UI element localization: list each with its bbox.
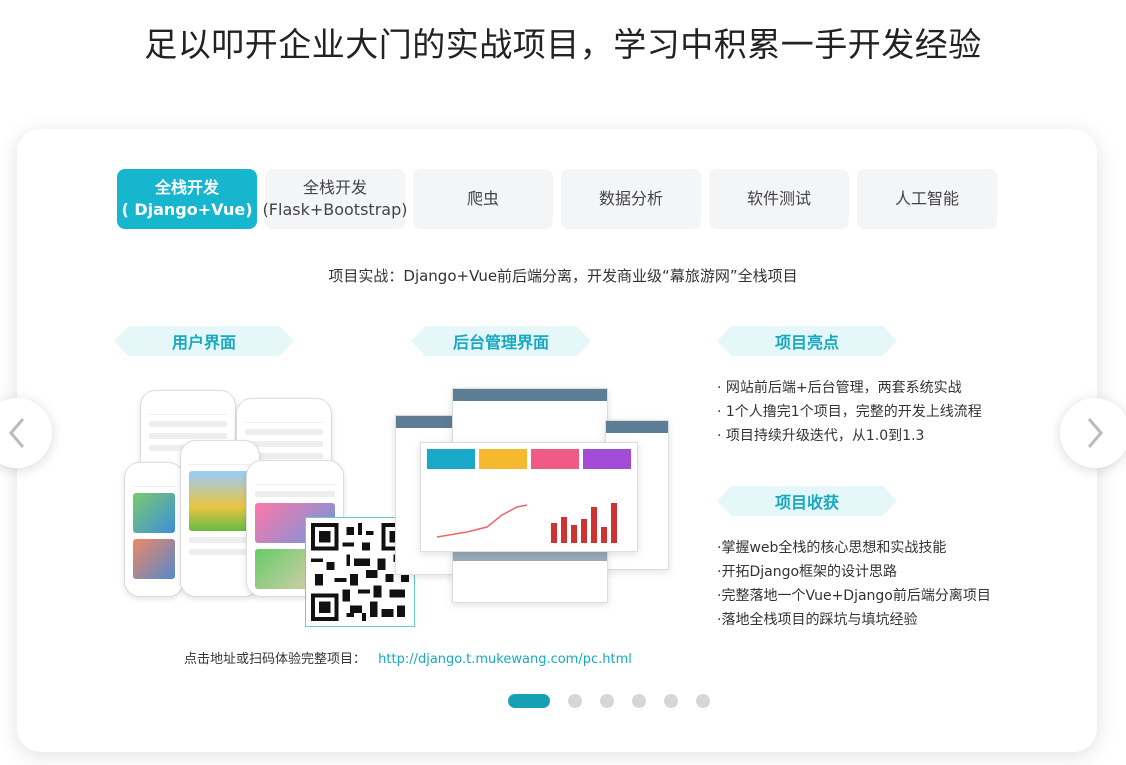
user-ui-ribbon: 用户界面 — [114, 326, 294, 356]
admin-mockup — [452, 548, 608, 603]
tab-flask-bootstrap[interactable]: 全栈开发 (Flask+Bootstrap) — [262, 169, 408, 229]
phone-mockup — [124, 462, 184, 597]
carousel-dot-1[interactable] — [508, 694, 550, 708]
tab-django-vue[interactable]: 全栈开发 ( Django+Vue) — [117, 169, 257, 229]
carousel-dot-6[interactable] — [696, 694, 710, 708]
carousel-dot-2[interactable] — [568, 694, 582, 708]
chevron-left-icon — [9, 418, 25, 448]
demo-link[interactable]: http://django.t.mukewang.com/pc.html — [378, 652, 632, 667]
carousel-dot-5[interactable] — [664, 694, 678, 708]
demo-link-label: 点击地址或扫码体验完整项目： — [184, 652, 367, 667]
admin-ui-ribbon: 后台管理界面 — [411, 326, 591, 356]
demo-link-row: 点击地址或扫码体验完整项目： http://django.t.mukewang.… — [184, 648, 632, 667]
admin-dashboard-mockup — [420, 442, 638, 552]
tab-ai[interactable]: 人工智能 — [857, 169, 997, 229]
list-item: · 1个人撸完1个项目，完整的开发上线流程 — [717, 404, 982, 420]
carousel-dots — [508, 694, 710, 708]
category-tabs: 全栈开发 ( Django+Vue) 全栈开发 (Flask+Bootstrap… — [117, 169, 997, 229]
chevron-right-icon — [1087, 418, 1103, 448]
tab-label: 人工智能 — [894, 189, 959, 208]
tab-label: 全栈开发 — [154, 178, 219, 197]
tab-software-testing[interactable]: 软件测试 — [709, 169, 849, 229]
list-item: ·完整落地一个Vue+Django前后端分离项目 — [717, 588, 991, 604]
highlights-list: · 网站前后端+后台管理，两套系统实战 · 1个人撸完1个项目，完整的开发上线流… — [717, 376, 982, 448]
carousel-dot-3[interactable] — [600, 694, 614, 708]
highlights-ribbon: 项目亮点 — [717, 326, 897, 356]
tab-data-analysis[interactable]: 数据分析 — [561, 169, 701, 229]
carousel-dot-4[interactable] — [632, 694, 646, 708]
project-subtitle: 项目实战：Django+Vue前后端分离，开发商业级“幕旅游网”全栈项目 — [328, 267, 798, 285]
list-item: ·落地全栈项目的踩坑与填坑经验 — [717, 612, 918, 628]
admin-chart-thumbnail — [436, 503, 617, 543]
gains-ribbon: 项目收获 — [717, 486, 897, 516]
tab-label: 全栈开发 — [302, 178, 367, 197]
gains-list: ·掌握web全栈的核心思想和实战技能 ·开拓Django框架的设计思路 ·完整落… — [717, 536, 991, 632]
admin-mockup — [452, 388, 608, 448]
tab-crawler[interactable]: 爬虫 — [413, 169, 553, 229]
tab-label: 软件测试 — [746, 189, 811, 208]
tab-label: 数据分析 — [598, 189, 663, 208]
list-item: ·开拓Django框架的设计思路 — [717, 564, 898, 580]
list-item: · 项目持续升级迭代，从1.0到1.3 — [717, 428, 925, 444]
list-item: ·掌握web全栈的核心思想和实战技能 — [717, 540, 947, 556]
tab-sublabel: (Flask+Bootstrap) — [262, 200, 408, 219]
list-item: · 网站前后端+后台管理，两套系统实战 — [717, 380, 962, 396]
tab-label: 爬虫 — [466, 189, 499, 208]
carousel-next-button[interactable] — [1060, 398, 1126, 468]
tab-sublabel: ( Django+Vue) — [121, 200, 253, 219]
page-headline: 足以叩开企业大门的实战项目，学习中积累一手开发经验 — [144, 25, 982, 64]
